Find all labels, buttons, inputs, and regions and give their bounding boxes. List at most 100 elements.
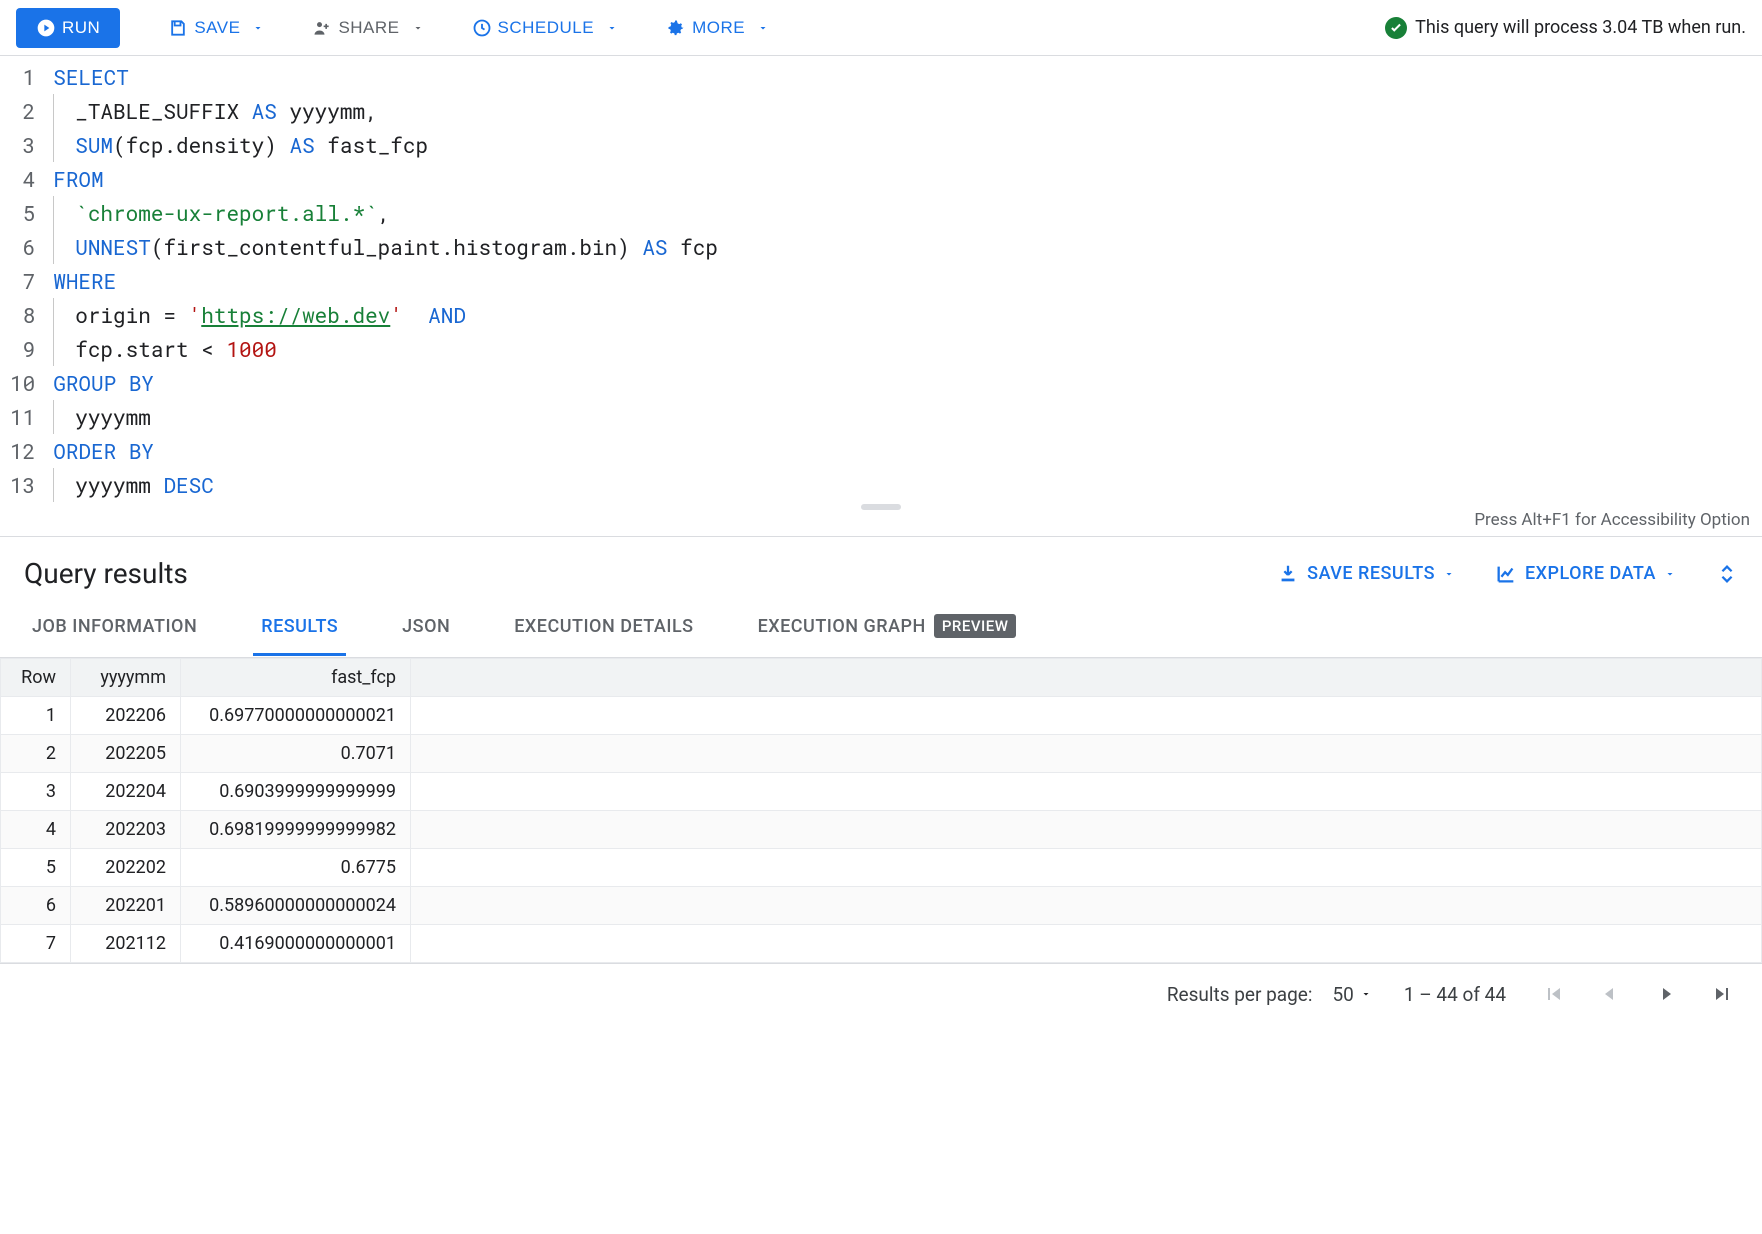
check-circle-icon (1385, 17, 1407, 39)
schedule-label: SCHEDULE (498, 18, 595, 38)
table-cell-empty (411, 887, 1762, 925)
first-page-button[interactable] (1538, 978, 1570, 1010)
table-cell: 202112 (71, 925, 181, 963)
table-cell: 0.69770000000000021 (181, 697, 411, 735)
table-cell-empty (411, 925, 1762, 963)
save-label: SAVE (194, 18, 240, 38)
table-row[interactable]: 42022030.69819999999999982 (1, 811, 1762, 849)
code-line[interactable]: UNNEST(first_contentful_paint.histogram.… (53, 230, 1762, 264)
table-row[interactable]: 22022050.7071 (1, 735, 1762, 773)
column-header[interactable]: yyyymm (71, 659, 181, 697)
table-cell: 7 (1, 925, 71, 963)
tab-execution-details[interactable]: EXECUTION DETAILS (506, 600, 701, 656)
download-icon (1277, 563, 1299, 585)
table-cell-empty (411, 811, 1762, 849)
table-row[interactable]: 52022020.6775 (1, 849, 1762, 887)
code-line[interactable]: ORDER BY (53, 434, 1762, 468)
query-status: This query will process 3.04 TB when run… (1385, 17, 1746, 39)
code-area[interactable]: SELECT_TABLE_SUFFIX AS yyyymm,SUM(fcp.de… (53, 60, 1762, 502)
toolbar: RUN SAVE SHARE SCHEDULE (0, 0, 1762, 56)
code-line[interactable]: SELECT (53, 60, 1762, 94)
per-page-select[interactable]: 50 (1332, 983, 1371, 1006)
tab-json[interactable]: JSON (394, 600, 458, 656)
table-row[interactable]: 12022060.69770000000000021 (1, 697, 1762, 735)
column-header[interactable]: Row (1, 659, 71, 697)
more-button[interactable]: MORE (650, 10, 761, 46)
schedule-icon (472, 18, 492, 38)
code-line[interactable]: GROUP BY (53, 366, 1762, 400)
code-line[interactable]: fcp.start < 1000 (53, 332, 1762, 366)
line-number: 4 (10, 162, 35, 196)
tab-job-information[interactable]: JOB INFORMATION (24, 600, 205, 656)
play-icon (36, 18, 56, 38)
table-cell: 0.6775 (181, 849, 411, 887)
more-dropdown-icon[interactable] (757, 22, 769, 34)
table-cell: 202206 (71, 697, 181, 735)
per-page-label: Results per page: (1167, 983, 1313, 1006)
schedule-dropdown-icon[interactable] (606, 22, 618, 34)
sql-editor[interactable]: 12345678910111213 SELECT_TABLE_SUFFIX AS… (0, 56, 1762, 506)
line-number: 10 (10, 366, 35, 400)
schedule-button[interactable]: SCHEDULE (456, 10, 611, 46)
column-header[interactable]: fast_fcp (181, 659, 411, 697)
table-cell: 0.58960000000000024 (181, 887, 411, 925)
line-number: 3 (10, 128, 35, 162)
results-header: Query results SAVE RESULTS EXPLORE DATA (0, 537, 1762, 598)
explore-data-button[interactable]: EXPLORE DATA (1495, 563, 1676, 585)
explore-data-label: EXPLORE DATA (1525, 563, 1656, 584)
code-line[interactable]: SUM(fcp.density) AS fast_fcp (53, 128, 1762, 162)
tab-execution-graph[interactable]: EXECUTION GRAPH PREVIEW (750, 598, 1025, 657)
pagination: Results per page: 50 1 – 44 of 44 (0, 964, 1762, 1024)
save-icon (168, 18, 188, 38)
code-line[interactable]: origin = 'https://web.dev' AND (53, 298, 1762, 332)
tab-results[interactable]: RESULTS (253, 600, 346, 656)
code-line[interactable]: WHERE (53, 264, 1762, 298)
table-cell: 0.69819999999999982 (181, 811, 411, 849)
gear-icon (666, 18, 686, 38)
last-page-button[interactable] (1706, 978, 1738, 1010)
table-cell: 6 (1, 887, 71, 925)
save-results-label: SAVE RESULTS (1307, 563, 1435, 584)
line-number: 11 (10, 400, 35, 434)
code-line[interactable]: FROM (53, 162, 1762, 196)
resize-handle[interactable] (861, 504, 901, 510)
next-page-button[interactable] (1650, 978, 1682, 1010)
table-cell: 1 (1, 697, 71, 735)
line-number: 13 (10, 468, 35, 502)
code-line[interactable]: _TABLE_SUFFIX AS yyyymm, (53, 94, 1762, 128)
save-button[interactable]: SAVE (152, 10, 256, 46)
line-number: 2 (10, 94, 35, 128)
table-body: 12022060.6977000000000002122022050.70713… (1, 697, 1762, 963)
page-range: 1 – 44 of 44 (1404, 983, 1506, 1006)
run-label: RUN (62, 18, 100, 38)
table-cell: 3 (1, 773, 71, 811)
line-number: 5 (10, 196, 35, 230)
save-results-button[interactable]: SAVE RESULTS (1277, 563, 1455, 585)
table-cell: 202201 (71, 887, 181, 925)
share-dropdown-icon[interactable] (412, 22, 424, 34)
share-icon (312, 18, 332, 38)
table-row[interactable]: 32022040.6903999999999999 (1, 773, 1762, 811)
results-title: Query results (24, 557, 1237, 590)
line-number: 7 (10, 264, 35, 298)
table-cell-empty (411, 697, 1762, 735)
line-number: 1 (10, 60, 35, 94)
line-number: 8 (10, 298, 35, 332)
share-button[interactable]: SHARE (296, 10, 415, 46)
table-cell: 202205 (71, 735, 181, 773)
expand-collapse-icon[interactable] (1716, 563, 1738, 585)
editor-footer: Press Alt+F1 for Accessibility Option (0, 506, 1762, 537)
prev-page-button[interactable] (1594, 978, 1626, 1010)
table-cell: 202204 (71, 773, 181, 811)
table-row[interactable]: 62022010.58960000000000024 (1, 887, 1762, 925)
table-cell: 2 (1, 735, 71, 773)
table-cell-empty (411, 773, 1762, 811)
run-button[interactable]: RUN (16, 8, 120, 48)
table-cell: 4 (1, 811, 71, 849)
table-cell: 202202 (71, 849, 181, 887)
code-line[interactable]: yyyymm DESC (53, 468, 1762, 502)
code-line[interactable]: yyyymm (53, 400, 1762, 434)
table-row[interactable]: 72021120.4169000000000001 (1, 925, 1762, 963)
save-dropdown-icon[interactable] (252, 22, 264, 34)
code-line[interactable]: `chrome-ux-report.all.*`, (53, 196, 1762, 230)
